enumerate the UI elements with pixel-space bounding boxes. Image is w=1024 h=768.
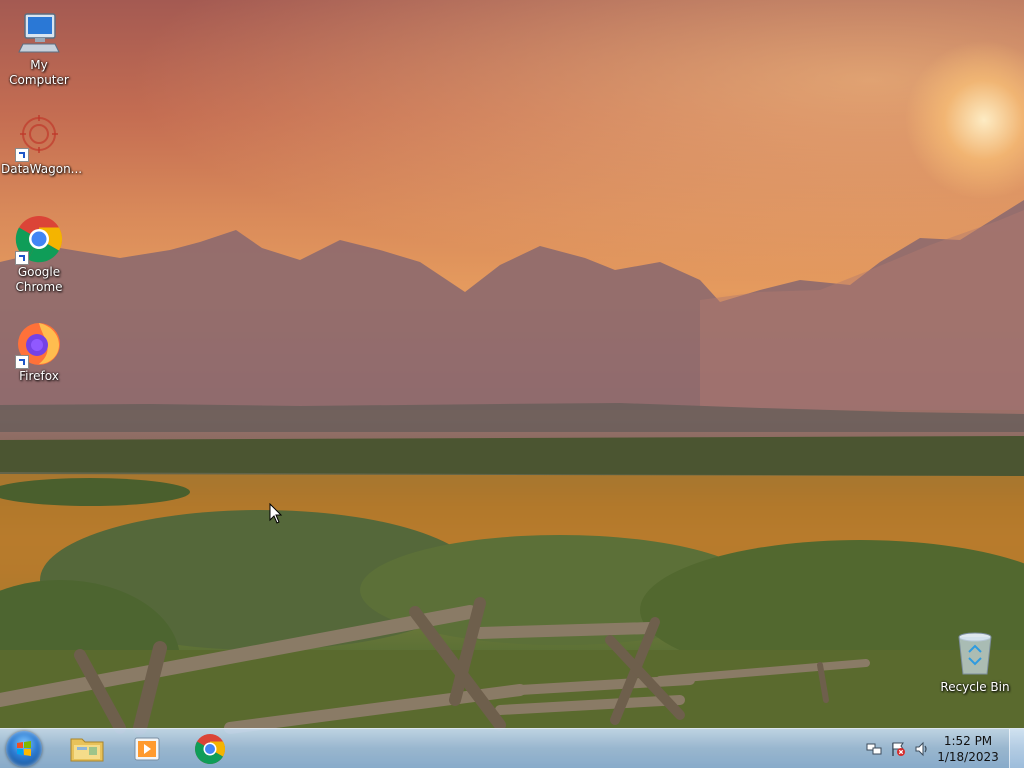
desktop-icon-firefox[interactable]: Firefox	[1, 319, 77, 384]
network-icon[interactable]	[866, 741, 882, 757]
file-explorer-icon	[70, 738, 104, 762]
action-center-flag-icon[interactable]	[890, 741, 906, 757]
desktop-icon-google-chrome[interactable]: Google Chrome	[1, 215, 77, 295]
desktop-icon-label: Recycle Bin	[940, 680, 1010, 694]
computer-icon	[15, 8, 63, 56]
desktop-icon-recycle-bin[interactable]: Recycle Bin	[937, 630, 1013, 695]
taskbar-chrome-button[interactable]	[183, 731, 237, 767]
taskbar-media-player-button[interactable]	[120, 731, 174, 767]
desktop-icon-label: Google Chrome	[15, 265, 63, 294]
volume-icon[interactable]	[914, 741, 930, 757]
taskbar-file-explorer-button[interactable]	[60, 731, 114, 767]
desktop-icon-my-computer[interactable]: My Computer	[1, 8, 77, 88]
desktop-icon-datawagon[interactable]: DataWagon...	[1, 112, 83, 177]
desktop-icon-label: My Computer	[9, 58, 69, 87]
chrome-icon	[15, 215, 63, 265]
desktop[interactable]: My Computer DataWagon... Google Chrome F…	[0, 0, 1024, 768]
show-desktop-button[interactable]	[1009, 729, 1024, 768]
clock-date: 1/18/2023	[937, 750, 999, 764]
datawagon-icon	[15, 112, 63, 162]
recycle-bin-icon	[951, 630, 999, 678]
taskbar: 1:52 PM 1/18/2023	[0, 728, 1024, 768]
shortcut-arrow-icon	[15, 251, 29, 265]
wallpaper-scenery	[0, 200, 1024, 740]
shortcut-arrow-icon	[15, 148, 29, 162]
desktop-icon-label: Firefox	[19, 369, 59, 383]
system-clock[interactable]: 1:52 PM 1/18/2023	[936, 733, 1000, 765]
media-player-icon	[134, 737, 160, 761]
desktop-icon-label: DataWagon...	[1, 162, 83, 176]
firefox-icon	[15, 319, 63, 369]
windows-start-icon[interactable]	[6, 731, 42, 767]
shortcut-arrow-icon	[15, 355, 29, 369]
clock-time: 1:52 PM	[943, 734, 993, 748]
mouse-cursor-icon	[269, 503, 283, 524]
chrome-icon	[194, 734, 226, 765]
